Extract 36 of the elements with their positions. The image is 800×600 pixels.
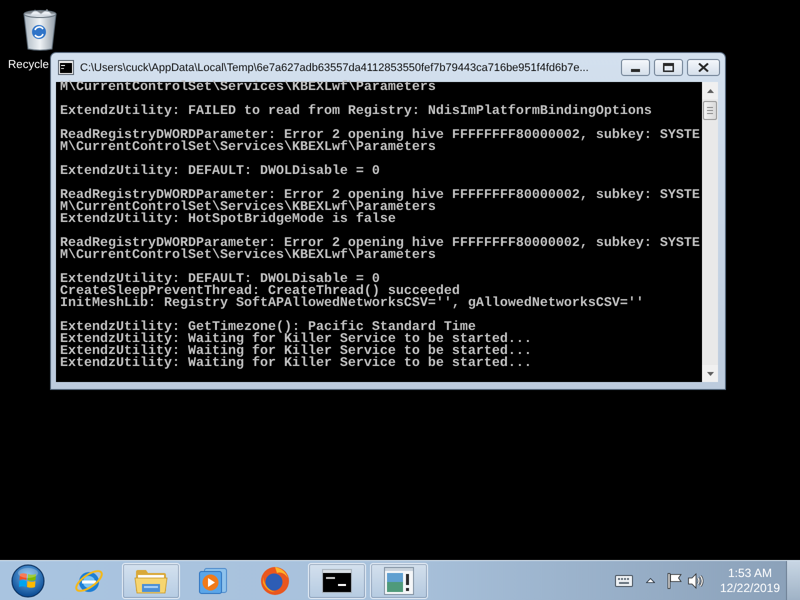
maximize-button[interactable] <box>654 59 683 76</box>
keyboard-icon[interactable] <box>615 574 633 586</box>
maximize-icon <box>663 63 674 72</box>
minimize-button[interactable] <box>621 59 650 76</box>
scrollbar-thumb[interactable] <box>703 101 717 120</box>
show-hidden-icons-button[interactable] <box>645 576 655 586</box>
console-line: M\CurrentControlSet\Services\KBEXLwf\Parameters <box>60 250 437 262</box>
scroll-up-button[interactable] <box>702 82 718 99</box>
window-icon <box>384 566 414 594</box>
caret-up-icon <box>646 578 654 583</box>
scroll-down-button[interactable] <box>702 365 718 382</box>
globe-icon <box>259 564 291 596</box>
console-icon[interactable] <box>58 60 74 75</box>
console-line: ExtendzUtility: FAILED to read from Registry: NdisImPlatformBindingOptions <box>60 106 653 118</box>
minimize-icon <box>631 69 640 72</box>
console-icon <box>322 568 352 592</box>
console-line: M\CurrentControlSet\Services\KBEXLwf\Parameters <box>60 82 437 94</box>
close-icon <box>698 63 709 72</box>
console-line: InitMeshLib: Registry SoftAPAllowedNetworksCSV='', gAllowedNetworksCSV='' <box>60 298 645 310</box>
caret-up-icon <box>706 88 714 92</box>
window-title: C:\Users\cuck\AppData\Local\Temp\6e7a627adb63557da4112853550fef7b79443ca716be951f4fd6b7e... <box>80 60 590 74</box>
close-button[interactable] <box>687 59 720 76</box>
play-icon <box>198 566 228 596</box>
caret-down-icon <box>706 372 714 376</box>
console-line: ExtendzUtility: Waiting for Killer Service to be started... <box>60 358 533 370</box>
speaker-icon[interactable] <box>688 572 705 588</box>
desktop-icon-label[interactable]: Recycle <box>8 58 49 72</box>
taskbar-button[interactable] <box>308 562 366 598</box>
taskbar-button[interactable] <box>370 562 428 598</box>
console-line: M\CurrentControlSet\Services\KBEXLwf\Parameters <box>60 142 437 154</box>
console-line: ExtendzUtility: HotSpotBridgeMode is false <box>60 214 397 226</box>
flag-orb-icon <box>11 564 45 598</box>
show-desktop-button[interactable] <box>786 561 800 600</box>
flag-icon[interactable] <box>667 572 682 588</box>
trash-bin-icon[interactable] <box>22 8 58 52</box>
console-line: ExtendzUtility: DEFAULT: DWOLDisable = 0 <box>60 166 381 178</box>
